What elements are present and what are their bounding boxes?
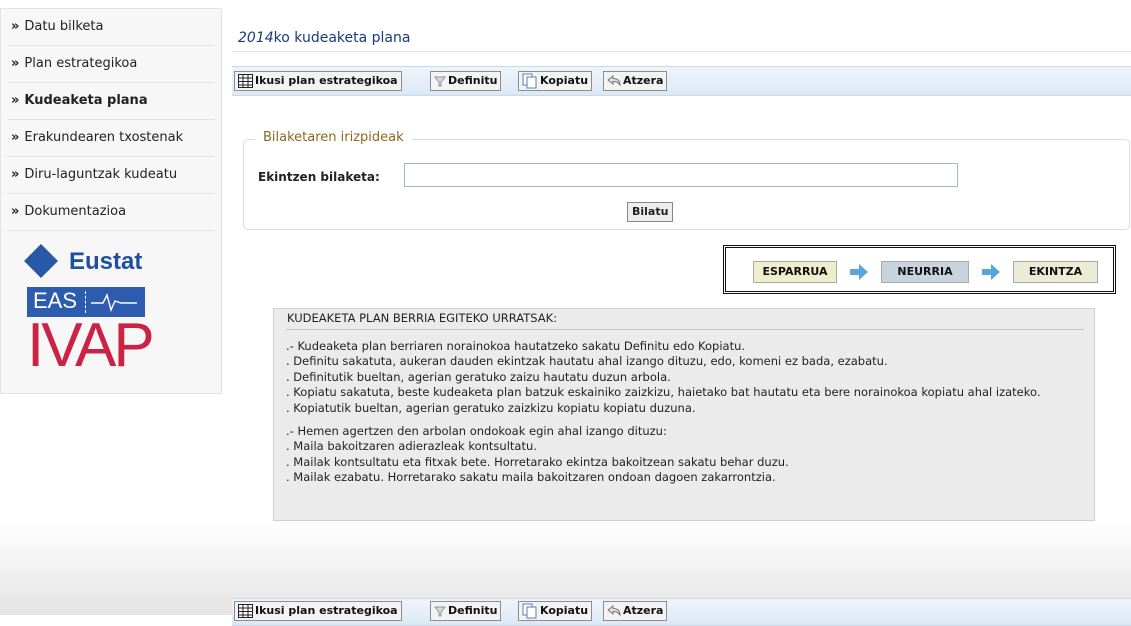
ikusi-plan-estrategikoa-button[interactable]: Ikusi plan estrategikoa [234, 601, 402, 621]
filter-icon [434, 606, 446, 617]
search-input[interactable] [404, 163, 958, 187]
instruction-line: .- Kudeaketa plan berriaren norainokoa h… [286, 339, 746, 353]
sidebar-item-erakundearen-txostenak[interactable]: » Erakundearen txostenak [7, 120, 215, 157]
eustat-logo-text: Eustat [69, 248, 143, 275]
sidebar-item-label: Datu bilketa [24, 19, 104, 34]
instructions-panel: KUDEAKETA PLAN BERRIA EGITEKO URRATSAK: … [273, 308, 1095, 521]
flow-step-esparrua: ESPARRUA [753, 261, 837, 283]
hierarchy-flow: ESPARRUA NEURRIA EKINTZA [723, 245, 1116, 294]
page-title-text: ko kudeaketa plana [273, 30, 411, 46]
filter-icon [434, 76, 446, 87]
button-label: Kopiatu [540, 604, 589, 617]
heartbeat-icon [91, 293, 137, 313]
nav-bullet-icon: » [11, 130, 20, 145]
button-label: Definitu [448, 604, 498, 617]
page-title: 2014ko kudeaketa plana [238, 30, 410, 46]
definitu-button[interactable]: Definitu [430, 601, 502, 621]
instructions-title: KUDEAKETA PLAN BERRIA EGITEKO URRATSAK: [287, 311, 558, 325]
sidebar-item-label: Kudeaketa plana [24, 93, 148, 108]
instruction-line: .- Hemen agertzen den arbolan ondokoak e… [286, 424, 667, 439]
instruction-line: . Maila bakoitzaren adierazleak kontsult… [286, 439, 537, 454]
button-label: Definitu [448, 74, 498, 87]
instruction-line: . Definitu sakatuta, aukeran dauden ekin… [286, 354, 888, 369]
nav-bullet-icon: » [11, 204, 20, 219]
eustat-logo[interactable]: Eustat [24, 244, 163, 289]
search-button[interactable]: Bilatu [627, 202, 674, 222]
partner-logos: Eustat EAS IVAP [24, 244, 167, 387]
instructions-divider [286, 329, 1084, 330]
eustat-diamond-icon [24, 244, 58, 278]
table-icon [238, 604, 253, 618]
button-label: Atzera [623, 604, 664, 617]
instruction-spacer [286, 416, 1084, 424]
definitu-button[interactable]: Definitu [430, 71, 502, 91]
button-label: Atzera [623, 74, 664, 87]
sidebar-item-plan-estrategikoa[interactable]: » Plan estrategikoa [7, 46, 215, 83]
sidebar-item-kudeaketa-plana[interactable]: » Kudeaketa plana [7, 83, 215, 120]
sidebar-nav: » Datu bilketa » Plan estrategikoa » Kudeak… [1, 9, 221, 231]
eas-divider [85, 291, 86, 313]
back-arrow-icon [607, 75, 621, 87]
nav-bullet-icon: » [11, 19, 20, 34]
instruction-line: . Kopiatu sakatuta, beste kudeaketa plan… [286, 385, 1041, 400]
nav-bullet-icon: » [11, 56, 20, 71]
table-icon [238, 74, 253, 88]
search-label: Ekintzen bilaketa: [258, 170, 380, 184]
back-arrow-icon [607, 605, 621, 617]
copy-icon [522, 603, 537, 619]
button-label: Ikusi plan estrategikoa [255, 604, 398, 617]
flow-arrow-icon [850, 264, 868, 280]
sidebar-item-label: Dokumentazioa [24, 204, 127, 219]
instruction-line: . Mailak ezabatu. Horretarako sakatu mai… [286, 470, 776, 485]
button-label: Ikusi plan estrategikoa [255, 74, 398, 87]
page-title-year: 2014 [238, 30, 274, 46]
kopiatu-button[interactable]: Kopiatu [518, 601, 593, 621]
sidebar-item-label: Diru-laguntzak kudeatu [24, 167, 178, 182]
sidebar-item-label: Plan estrategikoa [24, 56, 138, 71]
flow-step-ekintza: EKINTZA [1013, 261, 1098, 283]
top-toolbar: Ikusi plan estrategikoa Definitu Kopiatu… [232, 66, 1131, 96]
nav-bullet-icon: » [11, 93, 20, 108]
sidebar-item-dokumentazioa[interactable]: » Dokumentazioa [7, 194, 215, 231]
flow-step-neurria: NEURRIA [881, 261, 969, 283]
search-criteria-legend: Bilaketaren irizpideak [255, 130, 412, 145]
ivap-logo[interactable]: IVAP [27, 311, 155, 381]
nav-bullet-icon: » [11, 167, 20, 182]
sidebar-item-datu-bilketa[interactable]: » Datu bilketa [7, 9, 215, 46]
button-label: Kopiatu [540, 74, 589, 87]
bottom-toolbar: Ikusi plan estrategikoa Definitu Kopiatu… [232, 598, 1131, 626]
instructions-body: .- Kudeaketa plan berriaren norainokoa h… [286, 339, 1084, 486]
instruction-line: . Mailak kontsultatu eta fitxak bete. Ho… [286, 454, 789, 469]
kopiatu-button[interactable]: Kopiatu [518, 71, 593, 91]
atzera-button[interactable]: Atzera [603, 71, 668, 91]
sidebar-item-label: Erakundearen txostenak [24, 130, 184, 145]
atzera-button[interactable]: Atzera [603, 601, 668, 621]
copy-icon [522, 73, 537, 89]
instruction-line: . Kopiatutik bueltan, agerian geratuko z… [286, 400, 696, 415]
title-divider [232, 51, 1131, 52]
sidebar-item-diru-laguntzak[interactable]: » Diru-laguntzak kudeatu [7, 157, 215, 194]
ikusi-plan-estrategikoa-button[interactable]: Ikusi plan estrategikoa [234, 71, 402, 91]
instruction-line: . Definitutik bueltan, agerian geratuko … [286, 369, 671, 384]
sidebar: » Datu bilketa » Plan estrategikoa » Kudeak… [0, 8, 222, 394]
flow-arrow-icon [982, 264, 1000, 280]
